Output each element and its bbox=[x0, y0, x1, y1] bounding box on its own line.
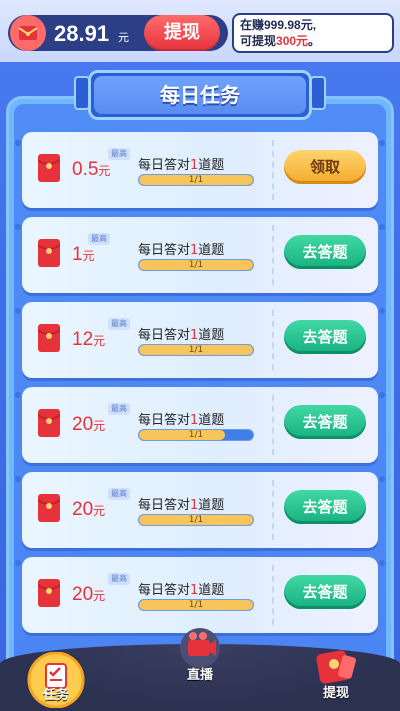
reward-amount: 12元 bbox=[72, 329, 106, 350]
nav-label-tasks: 任务 bbox=[42, 688, 69, 703]
max-badge: 最高 bbox=[108, 148, 130, 160]
progress-bar: 1/1 bbox=[138, 599, 254, 611]
page-title: 每日任务 bbox=[160, 83, 240, 107]
withdraw-button[interactable]: 提现 bbox=[144, 15, 220, 51]
card-divider bbox=[272, 225, 274, 285]
progress-text: 1/1 bbox=[188, 515, 204, 525]
max-badge: 最高 bbox=[108, 488, 130, 500]
progress-bar: 1/1 bbox=[138, 429, 254, 441]
nav-label-withdraw: 提现 bbox=[322, 686, 349, 701]
task-label: 每日答对1道题 bbox=[138, 583, 225, 598]
red-envelope-icon bbox=[38, 324, 60, 352]
red-envelope-icon bbox=[38, 409, 60, 437]
claim-button[interactable]: 领取 bbox=[284, 150, 366, 184]
max-badge: 最高 bbox=[108, 573, 130, 585]
progress-bar: 1/1 bbox=[138, 514, 254, 526]
card-divider bbox=[272, 395, 274, 455]
max-badge: 最高 bbox=[108, 318, 130, 330]
balance-amount: 28.91 bbox=[54, 21, 110, 46]
title-ear-right bbox=[310, 76, 326, 110]
nav-item-live[interactable]: 直播 bbox=[170, 626, 230, 686]
progress-text: 1/1 bbox=[188, 345, 204, 355]
reward-amount: 20元 bbox=[72, 414, 106, 435]
card-divider bbox=[272, 565, 274, 625]
frame-dots-left bbox=[15, 0, 21, 711]
red-envelope-icon bbox=[38, 154, 60, 182]
answer-button[interactable]: 去答题 bbox=[284, 320, 366, 354]
answer-button[interactable]: 去答题 bbox=[284, 490, 366, 524]
progress-bar: 1/1 bbox=[138, 344, 254, 356]
task-label: 每日答对1道题 bbox=[138, 243, 225, 258]
frame-dots-right bbox=[379, 0, 385, 711]
task-label: 每日答对1道题 bbox=[138, 413, 225, 428]
nav-label-live: 直播 bbox=[186, 668, 213, 683]
task-card: 20元 最高 每日答对1道题 1/1 去答题 bbox=[22, 472, 378, 548]
task-label: 每日答对1道题 bbox=[138, 158, 225, 173]
task-card: 20元 最高 每日答对1道题 1/1 去答题 bbox=[22, 387, 378, 463]
reward-amount: 20元 bbox=[72, 499, 106, 520]
nav-item-withdraw[interactable]: 提现 bbox=[306, 646, 366, 706]
progress-bar: 1/1 bbox=[138, 174, 254, 186]
card-divider bbox=[272, 480, 274, 540]
answer-button[interactable]: 去答题 bbox=[284, 235, 366, 269]
reward-amount: 20元 bbox=[72, 584, 106, 605]
top-bar: 28.91 元 提现 在赚999.98元, 可提现300元。 bbox=[0, 0, 400, 62]
task-card: 12元 最高 每日答对1道题 1/1 去答题 bbox=[22, 302, 378, 378]
progress-text: 1/1 bbox=[188, 600, 204, 610]
earn-info-box: 在赚999.98元, 可提现300元。 bbox=[232, 13, 394, 53]
progress-text: 1/1 bbox=[188, 260, 204, 270]
answer-button[interactable]: 去答题 bbox=[284, 575, 366, 609]
task-card: 1元 最高每日答对1道题 1/1 去答题 bbox=[22, 217, 378, 293]
nav-item-tasks[interactable]: 任务 bbox=[22, 652, 90, 708]
progress-bar: 1/1 bbox=[138, 259, 254, 271]
reward-amount: 0.5元 bbox=[72, 159, 111, 180]
earn-line-1: 在赚999.98元, bbox=[240, 18, 317, 32]
task-card: 0.5元 最高 每日答对1道题 1/1 领取 bbox=[22, 132, 378, 208]
card-divider bbox=[272, 310, 274, 370]
red-envelope-icon bbox=[38, 239, 60, 267]
card-divider bbox=[272, 140, 274, 200]
progress-text: 1/1 bbox=[188, 175, 204, 185]
balance-unit: 元 bbox=[118, 32, 129, 44]
max-badge: 最高 bbox=[88, 233, 110, 245]
red-envelope-icon bbox=[38, 494, 60, 522]
red-envelope-icon bbox=[38, 579, 60, 607]
answer-button[interactable]: 去答题 bbox=[284, 405, 366, 439]
task-label: 每日答对1道题 bbox=[138, 328, 225, 343]
progress-text: 1/1 bbox=[188, 430, 204, 440]
task-card: 20元 最高 每日答对1道题 1/1 去答题 bbox=[22, 557, 378, 633]
task-label: 每日答对1道题 bbox=[138, 498, 225, 513]
reward-amount: 1元 bbox=[72, 244, 95, 265]
earn-line-2: 可提现300元。 bbox=[240, 34, 321, 48]
max-badge: 最高 bbox=[108, 403, 130, 415]
